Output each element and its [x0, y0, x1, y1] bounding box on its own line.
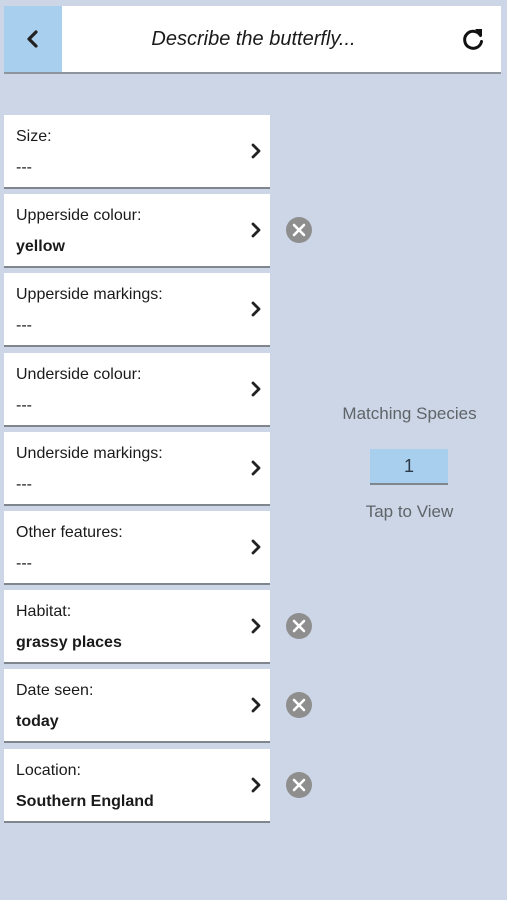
back-button[interactable]: [4, 6, 62, 72]
field-row[interactable]: Upperside markings: ---: [4, 273, 270, 345]
clear-icon[interactable]: [285, 771, 313, 799]
field-value: yellow: [16, 238, 65, 255]
refresh-button[interactable]: [445, 6, 501, 72]
matching-species-label: Matching Species: [342, 404, 477, 423]
field-value: ---: [16, 397, 32, 414]
chevron-right-icon: [251, 301, 261, 317]
chevron-right-icon: [251, 143, 261, 159]
field-value: today: [16, 713, 59, 730]
tap-to-view-label: Tap to View: [365, 502, 454, 521]
field-value: ---: [16, 159, 32, 176]
field-value: ---: [16, 317, 32, 334]
chevron-right-icon: [251, 539, 261, 555]
field-value: ---: [16, 476, 32, 493]
field-label: Underside colour:: [16, 366, 142, 383]
clear-icon[interactable]: [285, 612, 313, 640]
field-value: Southern England: [16, 793, 154, 810]
field-label: Upperside markings:: [16, 286, 163, 303]
chevron-right-icon: [251, 618, 261, 634]
field-row[interactable]: Size: ---: [4, 115, 270, 187]
field-label: Location:: [16, 762, 81, 779]
field-label: Upperside colour:: [16, 207, 142, 224]
matching-count-button[interactable]: 1: [370, 449, 448, 483]
clear-icon[interactable]: [285, 691, 313, 719]
field-row[interactable]: Other features: ---: [4, 511, 270, 583]
field-row[interactable]: Upperside colour: yellow: [4, 194, 270, 266]
field-label: Underside markings:: [16, 445, 163, 462]
chevron-right-icon: [251, 697, 261, 713]
field-label: Date seen:: [16, 682, 94, 699]
header-bar: Describe the butterfly...: [4, 6, 501, 72]
chevron-left-icon: [27, 30, 38, 48]
chevron-right-icon: [251, 460, 261, 476]
clear-icon[interactable]: [285, 216, 313, 244]
chevron-right-icon: [251, 381, 261, 397]
field-row[interactable]: Underside colour: ---: [4, 353, 270, 425]
field-label: Size:: [16, 128, 52, 145]
field-row[interactable]: Underside markings: ---: [4, 432, 270, 504]
field-value: grassy places: [16, 634, 122, 651]
page-title: Describe the butterfly...: [151, 28, 356, 50]
chevron-right-icon: [251, 222, 261, 238]
field-label: Other features:: [16, 524, 123, 541]
field-value: ---: [16, 555, 32, 572]
refresh-icon: [463, 29, 483, 50]
field-row[interactable]: Habitat: grassy places: [4, 590, 270, 662]
chevron-right-icon: [251, 777, 261, 793]
field-row[interactable]: Location: Southern England: [4, 749, 270, 821]
field-row[interactable]: Date seen: today: [4, 669, 270, 741]
field-label: Habitat:: [16, 603, 72, 620]
